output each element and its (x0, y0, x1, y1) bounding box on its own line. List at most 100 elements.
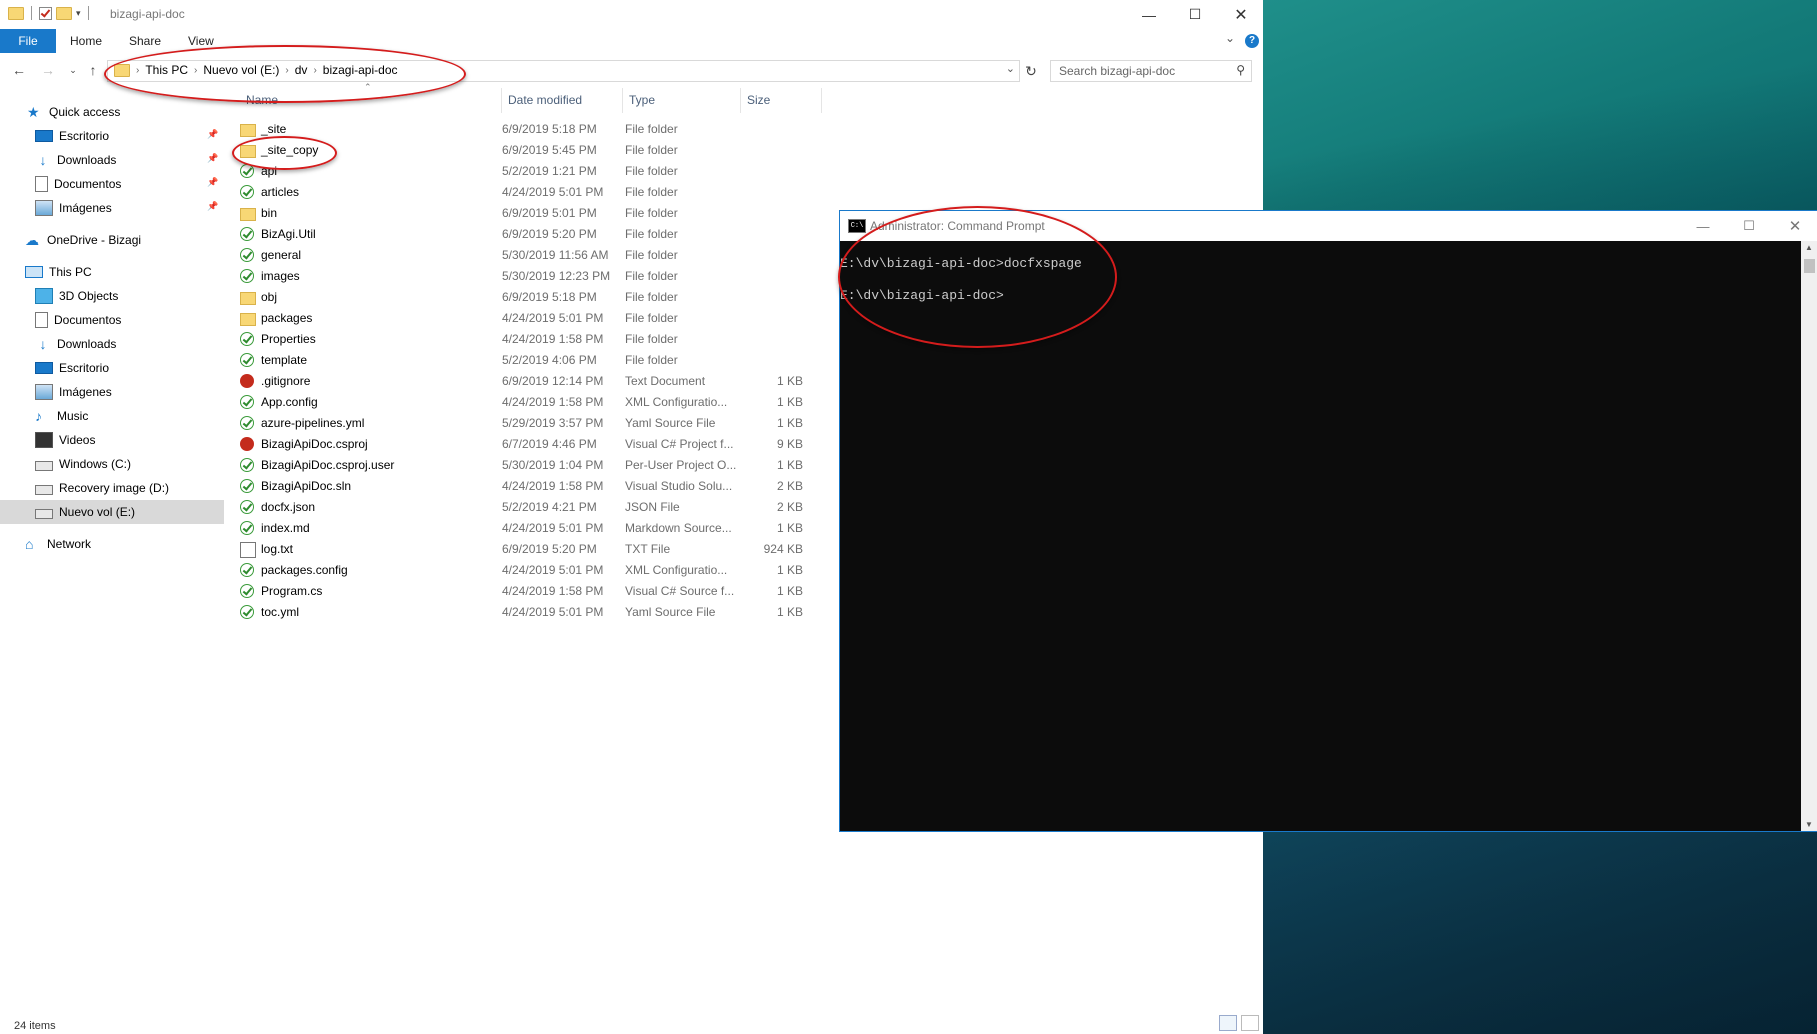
sidebar-item-windows-c[interactable]: Windows (C:) (35, 452, 131, 476)
file-date-modified: 5/29/2019 3:57 PM (502, 416, 604, 430)
cmd-scrollbar[interactable]: ▲ ▼ (1801, 241, 1817, 831)
breadcrumb-nuevo-vol[interactable]: Nuevo vol (E:) (197, 63, 285, 77)
sidebar-item-im-genes[interactable]: Imágenes (35, 380, 112, 404)
cmd-minimize-button[interactable]: — (1680, 211, 1726, 241)
file-name: bin (261, 206, 278, 220)
expand-ribbon-icon[interactable]: ⌄ (1225, 31, 1235, 45)
navigation-bar: ← → ⌄ ↑ › This PC › Nuevo vol (E:) › dv … (0, 53, 1263, 87)
scroll-up-icon[interactable]: ▲ (1805, 243, 1813, 252)
file-row[interactable]: App.config 4/24/2019 1:58 PM XML Configura… (240, 392, 810, 413)
recent-locations-icon[interactable]: ⌄ (64, 61, 82, 79)
file-row[interactable]: Properties 4/24/2019 1:58 PM File folder (240, 329, 810, 350)
sidebar-item-escritorio[interactable]: Escritorio (35, 124, 109, 148)
console-output[interactable]: E:\dv\bizagi-api-doc>docfxspage E:\dv\bi… (840, 241, 1800, 831)
minimize-button[interactable]: — (1126, 0, 1172, 29)
up-arrow-icon[interactable]: ↑ (84, 61, 102, 79)
file-row[interactable]: BizagiApiDoc.csproj.user 5/30/2019 1:04 P… (240, 455, 810, 476)
file-date-modified: 6/9/2019 5:18 PM (502, 122, 597, 136)
back-arrow-icon[interactable]: ← (10, 61, 28, 79)
pin-icon[interactable]: 📌 (207, 129, 218, 140)
details-view-icon[interactable] (1219, 1015, 1237, 1031)
close-button[interactable]: ✕ (1218, 0, 1264, 29)
search-icon[interactable]: ⚲ (1236, 63, 1245, 77)
file-row[interactable]: .gitignore 6/9/2019 12:14 PM Text Document… (240, 371, 810, 392)
download-icon: ↓ (39, 336, 47, 352)
address-bar[interactable]: › This PC › Nuevo vol (E:) › dv › bizagi… (107, 60, 1020, 82)
column-header-date-modified[interactable]: Date modified (502, 88, 623, 113)
search-input[interactable] (1057, 61, 1231, 81)
file-row[interactable]: toc.yml 4/24/2019 5:01 PM Yaml Source File… (240, 602, 810, 623)
file-row[interactable]: _site_copy 6/9/2019 5:45 PM File folder (240, 140, 810, 161)
file-row[interactable]: BizAgi.Util 6/9/2019 5:20 PM File folder (240, 224, 810, 245)
column-header-size[interactable]: Size (741, 88, 822, 113)
large-icons-view-icon[interactable] (1241, 1015, 1259, 1031)
sidebar-item-3d-objects[interactable]: 3D Objects (35, 284, 118, 308)
properties-icon[interactable] (39, 6, 52, 20)
forward-arrow-icon[interactable]: → (39, 61, 57, 79)
file-date-modified: 6/9/2019 12:14 PM (502, 374, 604, 388)
file-row[interactable]: obj 6/9/2019 5:18 PM File folder (240, 287, 810, 308)
sort-ascending-icon: ⌃ (364, 82, 372, 92)
sidebar-item-music[interactable]: ♪ Music (35, 404, 88, 428)
pin-icon[interactable]: 📌 (207, 177, 218, 188)
help-icon[interactable]: ? (1245, 34, 1259, 48)
tab-file[interactable]: File (0, 29, 56, 53)
file-name: articles (261, 185, 300, 199)
cmd-title-bar[interactable]: C:\ Administrator: Command Prompt — ☐ ✕ (840, 211, 1817, 241)
file-row[interactable]: docfx.json 5/2/2019 4:21 PM JSON File 2 KB (240, 497, 810, 518)
customize-toolbar-icon[interactable]: ▾ (76, 8, 81, 19)
pin-icon[interactable]: 📌 (207, 153, 218, 164)
file-row[interactable]: index.md 4/24/2019 5:01 PM Markdown Source… (240, 518, 810, 539)
search-box[interactable]: ⚲ (1050, 60, 1252, 82)
file-row[interactable]: articles 4/24/2019 5:01 PM File folder (240, 182, 810, 203)
file-row[interactable]: bin 6/9/2019 5:01 PM File folder (240, 203, 810, 224)
synced-folder-icon (240, 185, 254, 199)
breadcrumb-dv[interactable]: dv (289, 63, 314, 77)
scrollbar-thumb[interactable] (1804, 259, 1815, 273)
command-prompt-window[interactable]: C:\ Administrator: Command Prompt — ☐ ✕ … (839, 210, 1817, 832)
file-row[interactable]: Program.cs 4/24/2019 1:58 PM Visual C# Sou… (240, 581, 810, 602)
sidebar-item-escritorio[interactable]: Escritorio (35, 356, 109, 380)
file-row[interactable]: BizagiApiDoc.csproj 6/7/2019 4:46 PM Visua… (240, 434, 810, 455)
file-row[interactable]: api 5/2/2019 1:21 PM File folder (240, 161, 810, 182)
breadcrumb-this-pc[interactable]: This PC (139, 63, 194, 77)
sidebar-item-quick-access[interactable]: ★ Quick access (27, 100, 120, 124)
refresh-icon[interactable]: ↻ (1021, 60, 1041, 82)
sidebar-item-this-pc[interactable]: This PC (25, 260, 92, 284)
file-row[interactable]: general 5/30/2019 11:56 AM File folder (240, 245, 810, 266)
sidebar-item-onedrive-bizagi[interactable]: ☁ OneDrive - Bizagi (25, 228, 141, 252)
file-row[interactable]: template 5/2/2019 4:06 PM File folder (240, 350, 810, 371)
file-row[interactable]: images 5/30/2019 12:23 PM File folder (240, 266, 810, 287)
sidebar-item-downloads[interactable]: ↓ Downloads (35, 332, 117, 356)
column-header-type[interactable]: Type (623, 88, 741, 113)
sidebar-item-documentos[interactable]: Documentos (35, 308, 121, 332)
file-row[interactable]: packages.config 4/24/2019 5:01 PM XML Conf… (240, 560, 810, 581)
cmd-maximize-button[interactable]: ☐ (1726, 211, 1772, 241)
file-row[interactable]: azure-pipelines.yml 5/29/2019 3:57 PM Yaml… (240, 413, 810, 434)
breadcrumb-bizagi-api-doc[interactable]: bizagi-api-doc (317, 63, 404, 77)
file-row[interactable]: log.txt 6/9/2019 5:20 PM TXT File 924 KB (240, 539, 810, 560)
file-row[interactable]: packages 4/24/2019 5:01 PM File folder (240, 308, 810, 329)
file-row[interactable]: _site 6/9/2019 5:18 PM File folder (240, 119, 810, 140)
sidebar-item-nuevo-vol-e[interactable]: Nuevo vol (E:) (0, 500, 224, 524)
sidebar-item-recovery-image-d[interactable]: Recovery image (D:) (35, 476, 169, 500)
tab-view[interactable]: View (188, 29, 214, 53)
sidebar-item-documentos[interactable]: Documentos (35, 172, 121, 196)
file-row[interactable]: BizagiApiDoc.sln 4/24/2019 1:58 PM Visual … (240, 476, 810, 497)
tab-home[interactable]: Home (70, 29, 102, 53)
cmd-close-button[interactable]: ✕ (1772, 211, 1817, 241)
tab-share[interactable]: Share (129, 29, 161, 53)
new-folder-icon[interactable] (56, 6, 72, 20)
star-icon: ★ (27, 104, 40, 120)
maximize-button[interactable]: ☐ (1172, 0, 1218, 29)
scroll-down-icon[interactable]: ▼ (1805, 820, 1813, 829)
synced-folder-icon (240, 248, 254, 262)
sidebar-item-im-genes[interactable]: Imágenes (35, 196, 112, 220)
sidebar-item-videos[interactable]: Videos (35, 428, 95, 452)
sidebar-item-network[interactable]: ⌂ Network (25, 532, 91, 556)
file-date-modified: 4/24/2019 5:01 PM (502, 605, 604, 619)
sidebar-item-downloads[interactable]: ↓ Downloads (35, 148, 117, 172)
address-dropdown-icon[interactable]: ⌄ (1006, 62, 1015, 75)
file-name: Program.cs (261, 584, 323, 598)
pin-icon[interactable]: 📌 (207, 201, 218, 212)
